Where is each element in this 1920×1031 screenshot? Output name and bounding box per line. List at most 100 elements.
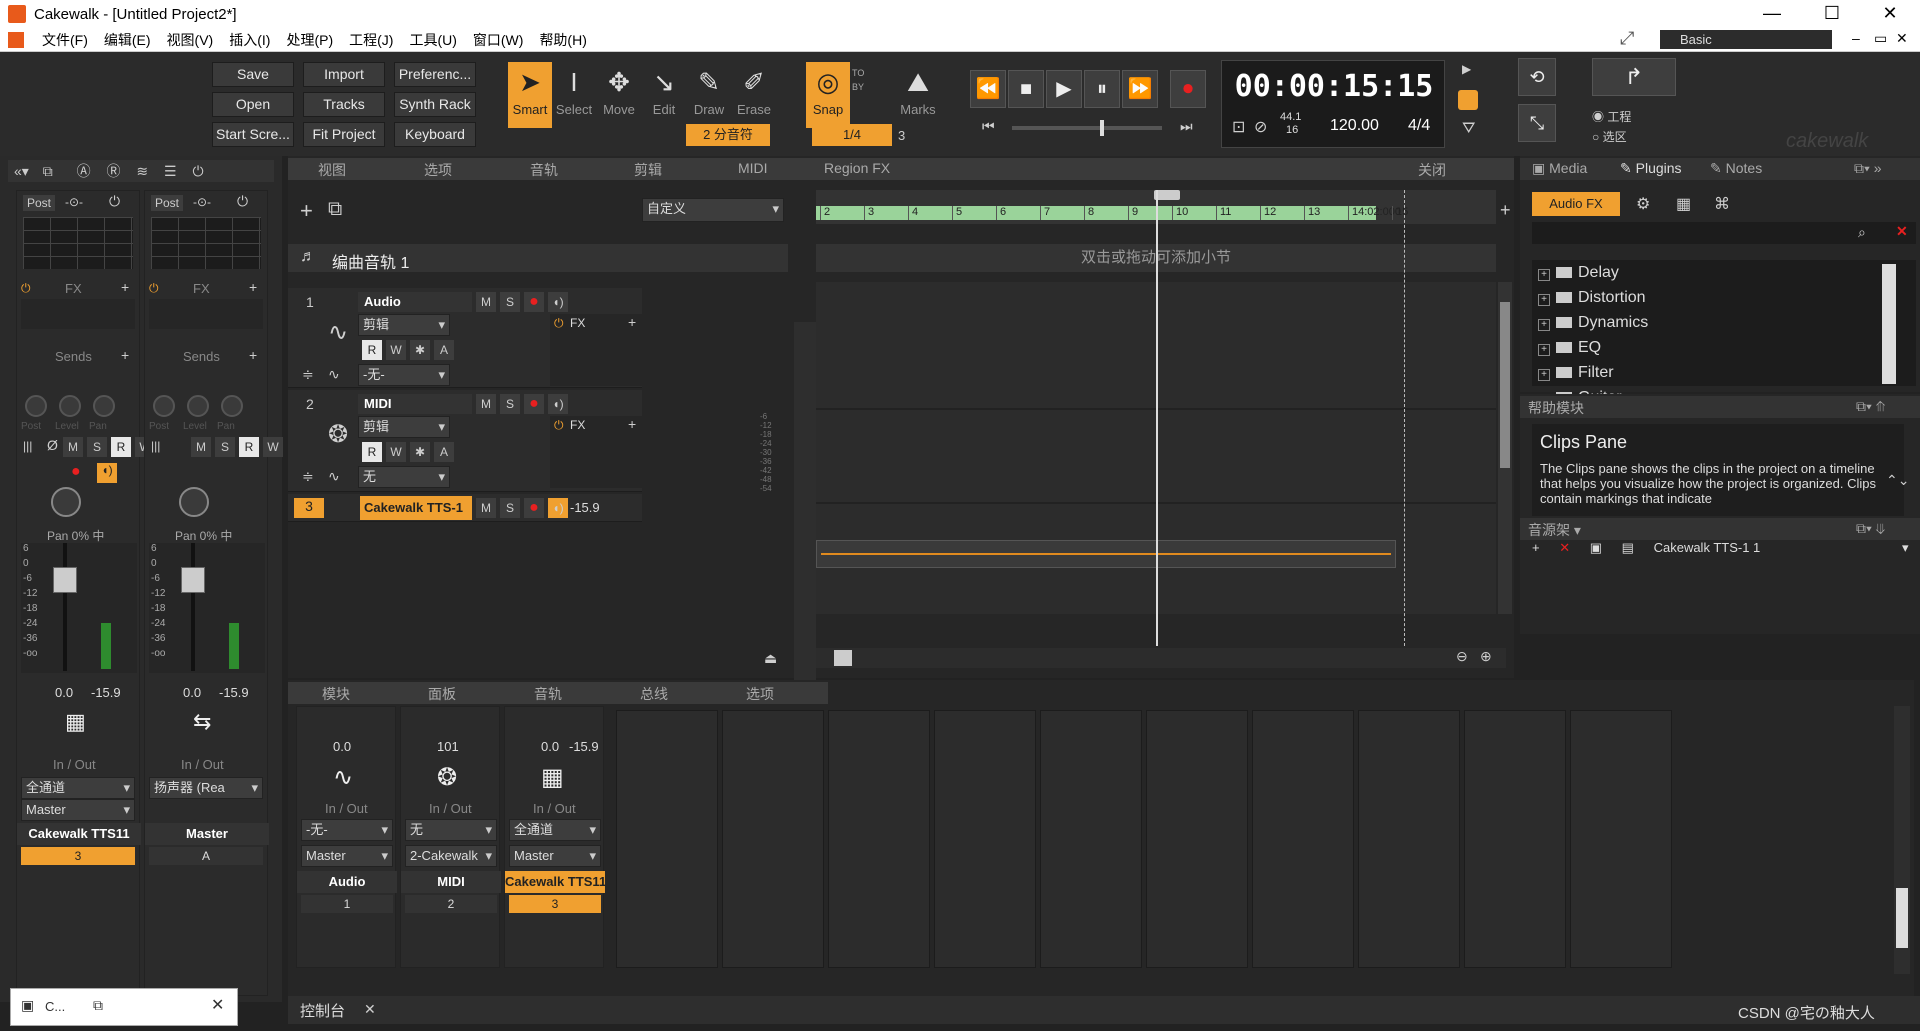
volume-value[interactable]: 0.0 (333, 739, 351, 754)
snap-count[interactable]: 3 (898, 128, 905, 143)
track-preset-select[interactable]: 自定义 (642, 198, 784, 222)
expand-icon[interactable]: + (1538, 294, 1550, 306)
power-icon[interactable]: ⏻ (109, 193, 120, 210)
volume-fader[interactable] (181, 567, 205, 593)
expand-icon[interactable]: ⤢ (1620, 28, 1634, 49)
help-scroll-icon[interactable]: ⌃⌄ (1886, 472, 1909, 489)
power-icon[interactable]: ⏻ (237, 193, 248, 210)
expand-icon[interactable]: + (1538, 319, 1550, 331)
expand-icon[interactable]: + (1538, 344, 1550, 356)
plugin-folder[interactable]: + Delay (1538, 264, 1619, 282)
console-scroll-thumb[interactable] (1896, 888, 1908, 948)
play-button[interactable]: ▶ (1046, 70, 1082, 108)
add-marker-icon[interactable]: + (1500, 200, 1511, 221)
audio-fx-button[interactable]: Audio FX (1532, 192, 1620, 216)
plugin-folder[interactable]: + Dynamics (1538, 314, 1648, 332)
volume-fader[interactable] (53, 567, 77, 593)
maximize-button[interactable]: ☐ (1804, 0, 1860, 28)
audio-engine-icon[interactable]: ⊘ (1254, 117, 1267, 137)
peak-value[interactable]: -15.9 (569, 739, 599, 754)
menu-view[interactable]: 视图(V) (159, 30, 222, 50)
midi-clip[interactable] (816, 540, 1396, 568)
output-select[interactable]: Master (21, 799, 135, 821)
volume-value[interactable]: 101 (437, 739, 459, 754)
radio-project[interactable]: ◉ 工程 (1592, 108, 1631, 125)
save-button[interactable]: Save (212, 62, 294, 87)
select-tool[interactable]: I Select (552, 62, 596, 128)
collapse-panel-icon[interactable]: ⏏ (764, 650, 777, 667)
now-time[interactable]: 00:00:15:15 (1222, 69, 1446, 104)
strip-number[interactable]: 1 (301, 895, 393, 913)
duplicate-track-icon[interactable]: ⧉ (328, 198, 342, 221)
keyboard-button[interactable]: Keyboard (394, 122, 476, 147)
peak-value[interactable]: -15.9 (91, 685, 121, 700)
strip-name[interactable]: Cakewalk TTS11 (505, 871, 605, 893)
close-console-icon[interactable]: ✕ (364, 1001, 376, 1018)
zoom-in-icon[interactable]: ⊕ (1480, 648, 1492, 665)
automation-lane-icon[interactable]: ∿ (328, 468, 340, 485)
input-select[interactable]: 无 (405, 819, 497, 841)
record-button[interactable]: ⏺ (1170, 70, 1206, 108)
menu-view-tv[interactable]: 视图 (318, 160, 346, 180)
strip-name[interactable]: MIDI (401, 871, 501, 893)
fit-icon[interactable]: ⤡ (1518, 104, 1556, 142)
menu-tracks-console[interactable]: 音轨 (534, 684, 562, 704)
list-icon[interactable]: ☰ (164, 163, 177, 179)
strip-number[interactable]: 2 (405, 895, 497, 913)
synth-chevron-down-icon[interactable]: ▾ (1902, 540, 1909, 556)
snap-resolution-select[interactable]: 2 分音符 (686, 124, 770, 146)
plugin-search-input[interactable]: ⌕ ✕ (1532, 222, 1916, 244)
menu-options-console[interactable]: 选项 (746, 684, 774, 704)
strip-name[interactable]: Cakewalk TTS11 (17, 823, 141, 845)
tab-media[interactable]: ▣ Media (1532, 160, 1587, 177)
menu-midi-tv[interactable]: MIDI (738, 160, 768, 176)
track-level[interactable]: -15.9 (570, 500, 600, 515)
minimize-button[interactable]: — (1744, 0, 1800, 28)
rewind-button[interactable]: ⏪ (970, 70, 1006, 108)
close-button[interactable]: ✕ (1862, 0, 1918, 28)
zoom-out-icon[interactable]: ⊖ (1456, 648, 1468, 665)
add-track-icon[interactable]: + (300, 198, 313, 224)
chevron-right-icon[interactable]: ▶ (1462, 62, 1471, 76)
stop-button[interactable]: ■ (1008, 70, 1044, 108)
volume-value[interactable]: 0.0 (55, 685, 73, 700)
menu-insert[interactable]: 插入(I) (221, 30, 278, 50)
post-button[interactable]: Post (23, 195, 56, 211)
horizontal-scrollbar[interactable]: ⊖ ⊕ (816, 648, 1506, 668)
input-select[interactable]: -无- (301, 819, 393, 841)
input-select[interactable]: 无 (358, 466, 450, 488)
workspace-select[interactable]: Basic (1660, 30, 1832, 49)
input-echo-icon[interactable]: ◖) (97, 463, 117, 483)
metronome-icon[interactable]: ⊡ (1232, 117, 1245, 137)
effect-icon[interactable]: Ⓡ (107, 163, 121, 179)
add-synth-icon[interactable]: + (1532, 540, 1540, 555)
doc-restore-icon[interactable]: ▭ (1874, 30, 1887, 47)
tracks-button[interactable]: Tracks (303, 92, 385, 117)
fit-project-button[interactable]: Fit Project (303, 122, 385, 147)
pan-knob[interactable] (179, 487, 209, 517)
output-select[interactable]: 2-Cakewalk (405, 845, 497, 867)
layout-icon[interactable]: ⧉ (43, 163, 53, 179)
wave-icon[interactable]: ≋ (136, 163, 148, 179)
input-select[interactable]: 全通道 (21, 777, 135, 799)
menu-project[interactable]: 工程(J) (341, 30, 401, 50)
taskbar-restore-icon[interactable]: ⧉ (93, 997, 103, 1014)
output-select[interactable]: Master (509, 845, 601, 867)
position-thumb[interactable] (1100, 120, 1104, 136)
menu-buses[interactable]: 总线 (640, 684, 668, 704)
plugin-tree-scrollbar[interactable] (1882, 264, 1896, 384)
record-arm-icon[interactable]: ● (524, 498, 544, 518)
synth-rack-row[interactable]: + ✕ ▣ ▤ Cakewalk TTS-1 1 ▾ (1532, 540, 1920, 560)
marks-button[interactable]: ⛰ Marks (896, 62, 940, 128)
move-tool[interactable]: ✥ Move (597, 62, 641, 128)
input-select[interactable]: 全通道 (509, 819, 601, 841)
tempo[interactable]: 120.00 (1330, 117, 1379, 135)
power-icon[interactable]: ⏻ (192, 163, 203, 179)
horizontal-scroll-thumb[interactable] (834, 650, 852, 666)
remove-synth-icon[interactable]: ✕ (1559, 540, 1570, 555)
send-routing-icon[interactable]: -⊙- (65, 195, 83, 209)
post-button[interactable]: Post (151, 195, 184, 211)
menu-tracks-tv[interactable]: 音轨 (530, 160, 558, 180)
synth-rack-options-icon[interactable]: ⧉▾ ⤋ (1856, 520, 1885, 537)
radio-selection[interactable]: ○ 选区 (1592, 128, 1627, 145)
